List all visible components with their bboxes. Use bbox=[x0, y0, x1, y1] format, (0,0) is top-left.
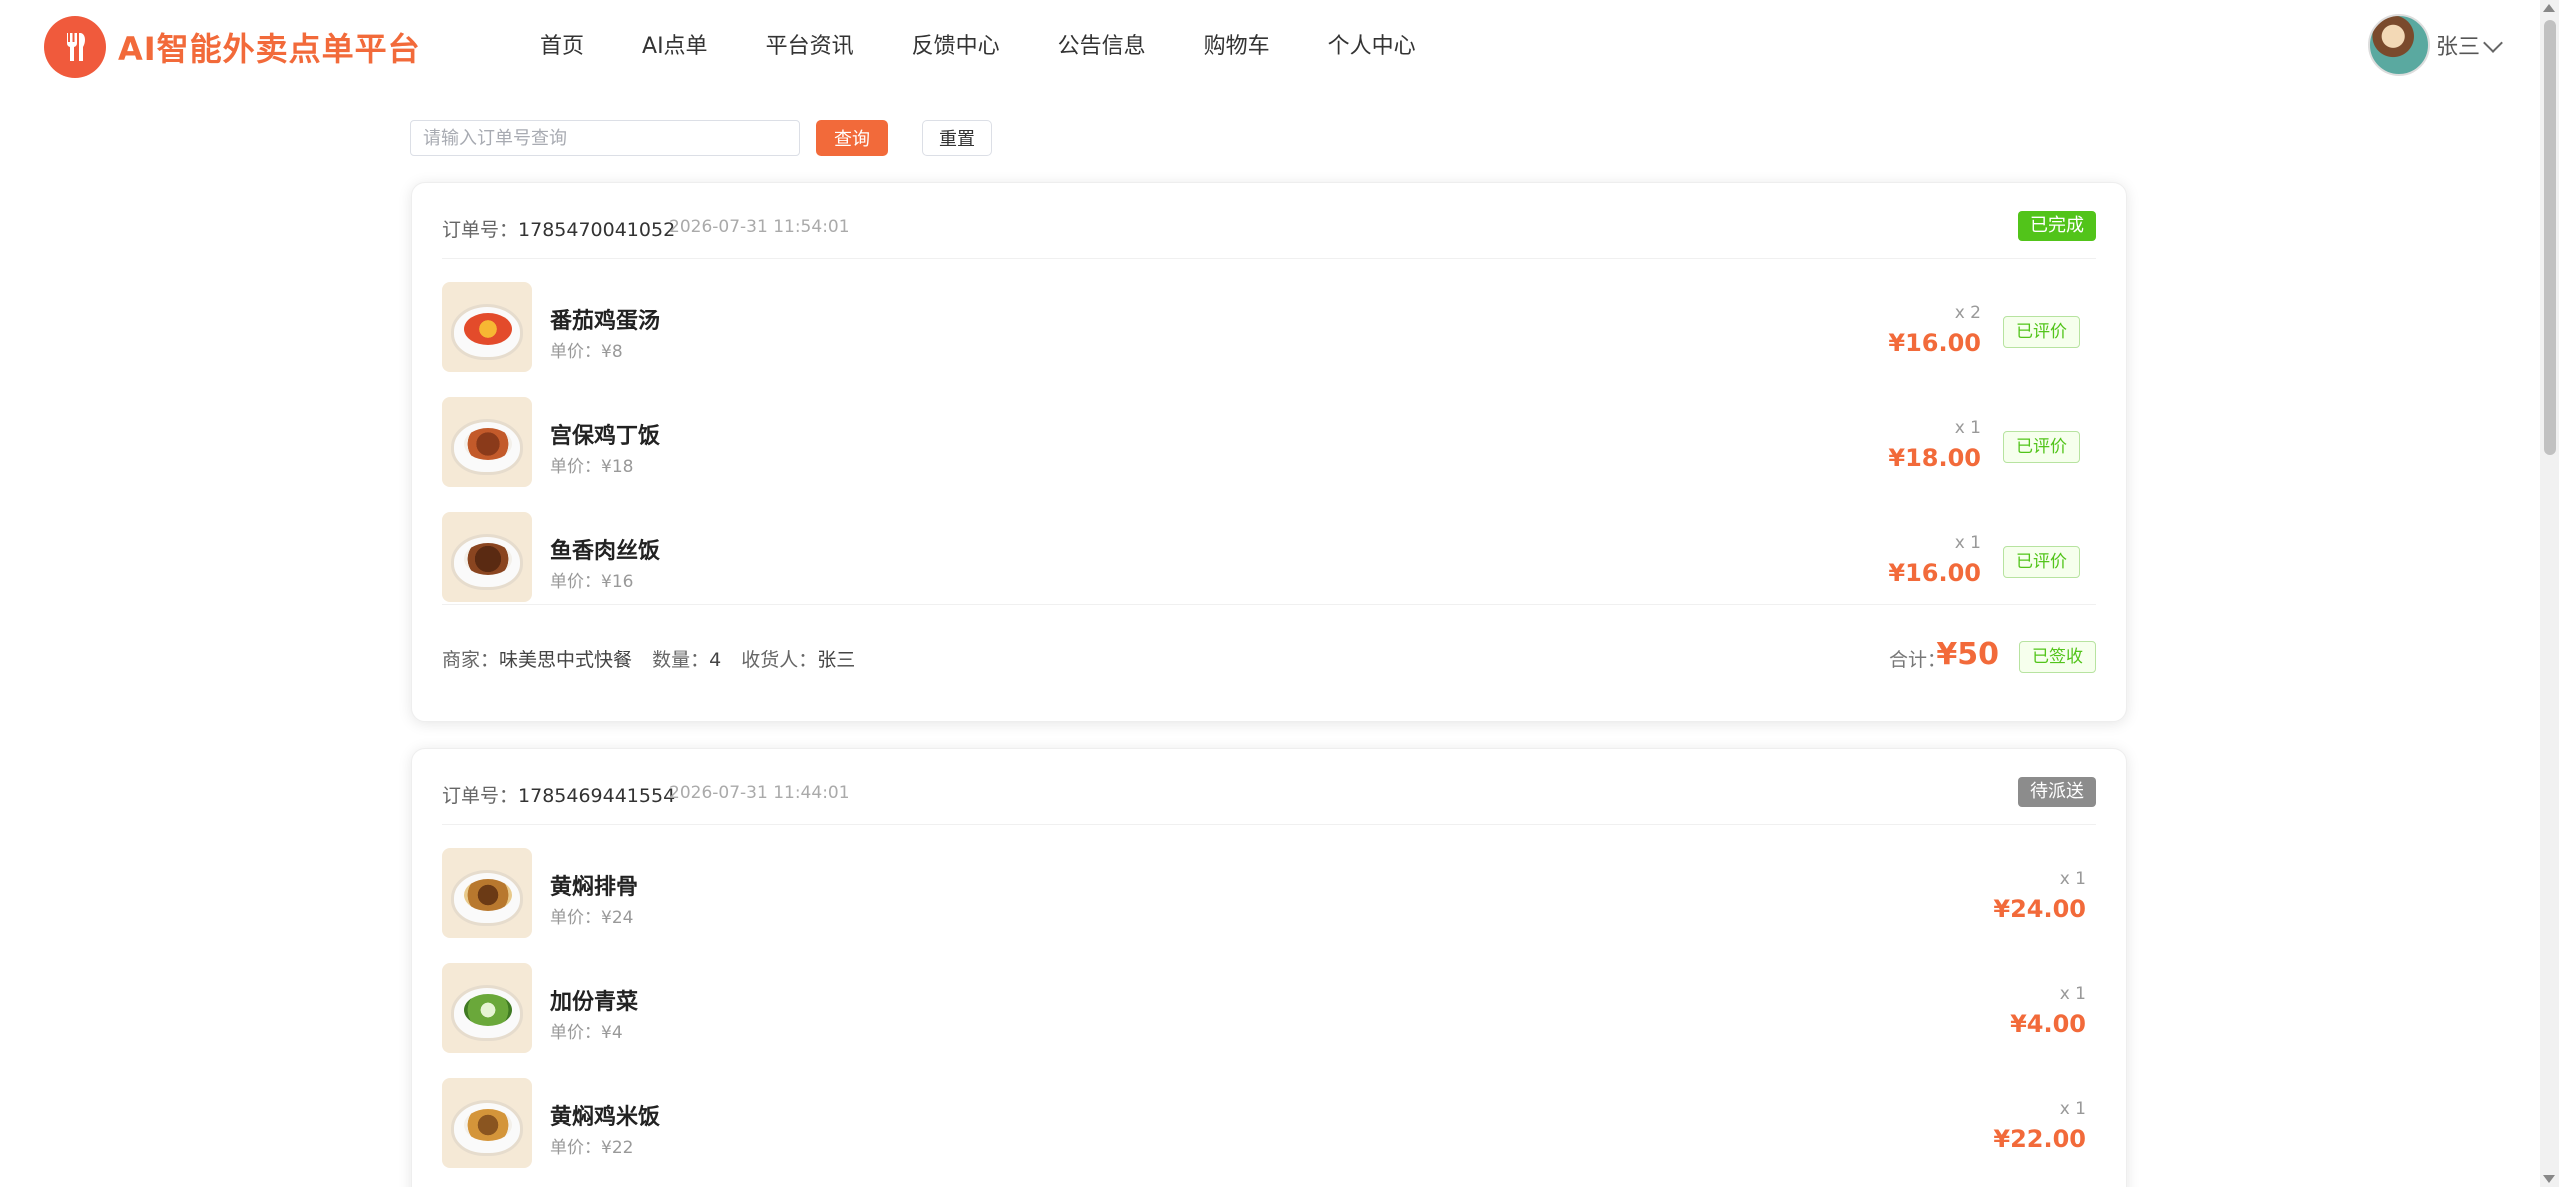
signed-badge[interactable]: 已签收 bbox=[2019, 641, 2096, 673]
item-subtotal: ¥22.00 bbox=[1993, 1125, 2086, 1153]
avatar[interactable] bbox=[2367, 14, 2430, 76]
item-subtotal: ¥16.00 bbox=[1888, 559, 1981, 587]
scroll-up-arrow-icon[interactable] bbox=[2543, 4, 2555, 12]
unit-price: ¥16 bbox=[601, 572, 634, 592]
merchant-name: 味美思中式快餐 bbox=[499, 649, 633, 671]
user-name[interactable]: 张三 bbox=[2436, 29, 2480, 61]
reset-button[interactable]: 重置 bbox=[922, 120, 992, 156]
order-number: 1785469441554 bbox=[518, 785, 676, 807]
quantity-label: 数量： bbox=[652, 649, 710, 671]
unit-price: ¥8 bbox=[601, 342, 623, 362]
food-image bbox=[442, 963, 532, 1053]
reviewed-badge[interactable]: 已评价 bbox=[2003, 546, 2080, 578]
total-quantity: 4 bbox=[709, 649, 722, 671]
unit-price-label: 单价： bbox=[550, 572, 601, 592]
order-total: ¥50 bbox=[1936, 637, 1999, 672]
status-badge: 已完成 bbox=[2018, 211, 2096, 241]
receiver-name: 张三 bbox=[817, 649, 856, 671]
top-header: AI智能外卖点单平台 首页 AI点单 平台资讯 反馈中心 公告信息 购物车 个人… bbox=[0, 0, 2540, 92]
item-name: 加份青菜 bbox=[550, 990, 639, 1015]
unit-price: ¥22 bbox=[601, 1138, 634, 1158]
item-quantity: x 1 bbox=[1954, 418, 1981, 438]
item-name: 鱼香肉丝饭 bbox=[550, 539, 661, 564]
item-name: 番茄鸡蛋汤 bbox=[550, 309, 661, 334]
reviewed-badge[interactable]: 已评价 bbox=[2003, 431, 2080, 463]
user-menu[interactable]: 张三 bbox=[2367, 14, 2503, 76]
scroll-thumb[interactable] bbox=[2544, 20, 2556, 455]
unit-price-label: 单价： bbox=[550, 342, 601, 362]
order-time: 2026-07-31 11:44:01 bbox=[669, 783, 850, 803]
order-item: 黄焖排骨 单价：¥24 x 1 ¥24.00 bbox=[442, 825, 2096, 940]
item-quantity: x 1 bbox=[2059, 1099, 2086, 1119]
nav-news[interactable]: 平台资讯 bbox=[766, 28, 854, 60]
status-badge: 待派送 bbox=[2018, 777, 2096, 807]
nav-notice[interactable]: 公告信息 bbox=[1058, 28, 1146, 60]
fork-icon bbox=[66, 33, 85, 61]
nav-profile[interactable]: 个人中心 bbox=[1328, 28, 1416, 60]
order-header: 订单号：1785469441554 2026-07-31 11:44:01 待派… bbox=[442, 749, 2096, 825]
unit-price-label: 单价： bbox=[550, 908, 601, 928]
order-list-page: AI智能外卖点单平台 首页 AI点单 平台资讯 反馈中心 公告信息 购物车 个人… bbox=[0, 0, 2559, 1187]
order-no-label: 订单号： bbox=[442, 219, 519, 241]
order-card: 订单号：1785469441554 2026-07-31 11:44:01 待派… bbox=[411, 748, 2127, 1187]
page-scrollbar[interactable] bbox=[2540, 0, 2559, 1187]
order-number: 1785470041052 bbox=[518, 219, 676, 241]
food-image bbox=[442, 282, 532, 372]
food-image bbox=[442, 1078, 532, 1168]
item-subtotal: ¥4.00 bbox=[2010, 1010, 2086, 1038]
order-item: 番茄鸡蛋汤 单价：¥8 x 2 ¥16.00 已评价 bbox=[442, 259, 2096, 374]
receiver-label: 收货人： bbox=[741, 649, 818, 671]
unit-price: ¥4 bbox=[601, 1023, 623, 1043]
main-nav: 首页 AI点单 平台资讯 反馈中心 公告信息 购物车 个人中心 bbox=[540, 28, 1474, 60]
brand-title[interactable]: AI智能外卖点单平台 bbox=[118, 24, 421, 70]
order-summary: 商家：味美思中式快餐 数量：4 收货人：张三 bbox=[442, 645, 869, 672]
order-item: 黄焖鸡米饭 单价：¥22 x 1 ¥22.00 bbox=[442, 1055, 2096, 1170]
unit-price-label: 单价： bbox=[550, 1138, 601, 1158]
food-image bbox=[442, 848, 532, 938]
item-subtotal: ¥16.00 bbox=[1888, 329, 1981, 357]
order-item: 加份青菜 单价：¥4 x 1 ¥4.00 bbox=[442, 940, 2096, 1055]
order-footer: 商家：味美思中式快餐 数量：4 收货人：张三 合计： ¥50 已签收 bbox=[442, 604, 2096, 704]
food-image bbox=[442, 397, 532, 487]
order-item: 鱼香肉丝饭 单价：¥16 x 1 ¥16.00 已评价 bbox=[442, 489, 2096, 604]
search-bar: 查询 重置 bbox=[410, 120, 992, 156]
nav-ai-order[interactable]: AI点单 bbox=[642, 28, 708, 60]
merchant-label: 商家： bbox=[442, 649, 500, 671]
item-quantity: x 1 bbox=[2059, 984, 2086, 1004]
unit-price: ¥24 bbox=[601, 908, 634, 928]
item-subtotal: ¥18.00 bbox=[1888, 444, 1981, 472]
query-button[interactable]: 查询 bbox=[816, 120, 888, 156]
item-name: 黄焖鸡米饭 bbox=[550, 1105, 661, 1130]
unit-price-label: 单价： bbox=[550, 1023, 601, 1043]
nav-cart[interactable]: 购物车 bbox=[1204, 28, 1270, 60]
reviewed-badge[interactable]: 已评价 bbox=[2003, 316, 2080, 348]
unit-price: ¥18 bbox=[601, 457, 634, 477]
order-card: 订单号：1785470041052 2026-07-31 11:54:01 已完… bbox=[411, 182, 2127, 722]
nav-feedback[interactable]: 反馈中心 bbox=[912, 28, 1000, 60]
chevron-down-icon[interactable] bbox=[2483, 33, 2503, 53]
unit-price-label: 单价： bbox=[550, 457, 601, 477]
item-name: 黄焖排骨 bbox=[550, 875, 639, 900]
order-header: 订单号：1785470041052 2026-07-31 11:54:01 已完… bbox=[442, 183, 2096, 259]
food-image bbox=[442, 512, 532, 602]
logo-fork-icon[interactable] bbox=[44, 16, 106, 78]
item-quantity: x 1 bbox=[2059, 869, 2086, 889]
order-no-label: 订单号： bbox=[442, 785, 519, 807]
nav-home[interactable]: 首页 bbox=[540, 28, 584, 60]
item-subtotal: ¥24.00 bbox=[1993, 895, 2086, 923]
order-item: 宫保鸡丁饭 单价：¥18 x 1 ¥18.00 已评价 bbox=[442, 374, 2096, 489]
order-search-input[interactable] bbox=[410, 120, 800, 156]
scroll-down-arrow-icon[interactable] bbox=[2543, 1175, 2555, 1183]
item-quantity: x 2 bbox=[1954, 303, 1981, 323]
item-quantity: x 1 bbox=[1954, 533, 1981, 553]
order-time: 2026-07-31 11:54:01 bbox=[669, 217, 850, 237]
item-name: 宫保鸡丁饭 bbox=[550, 424, 661, 449]
